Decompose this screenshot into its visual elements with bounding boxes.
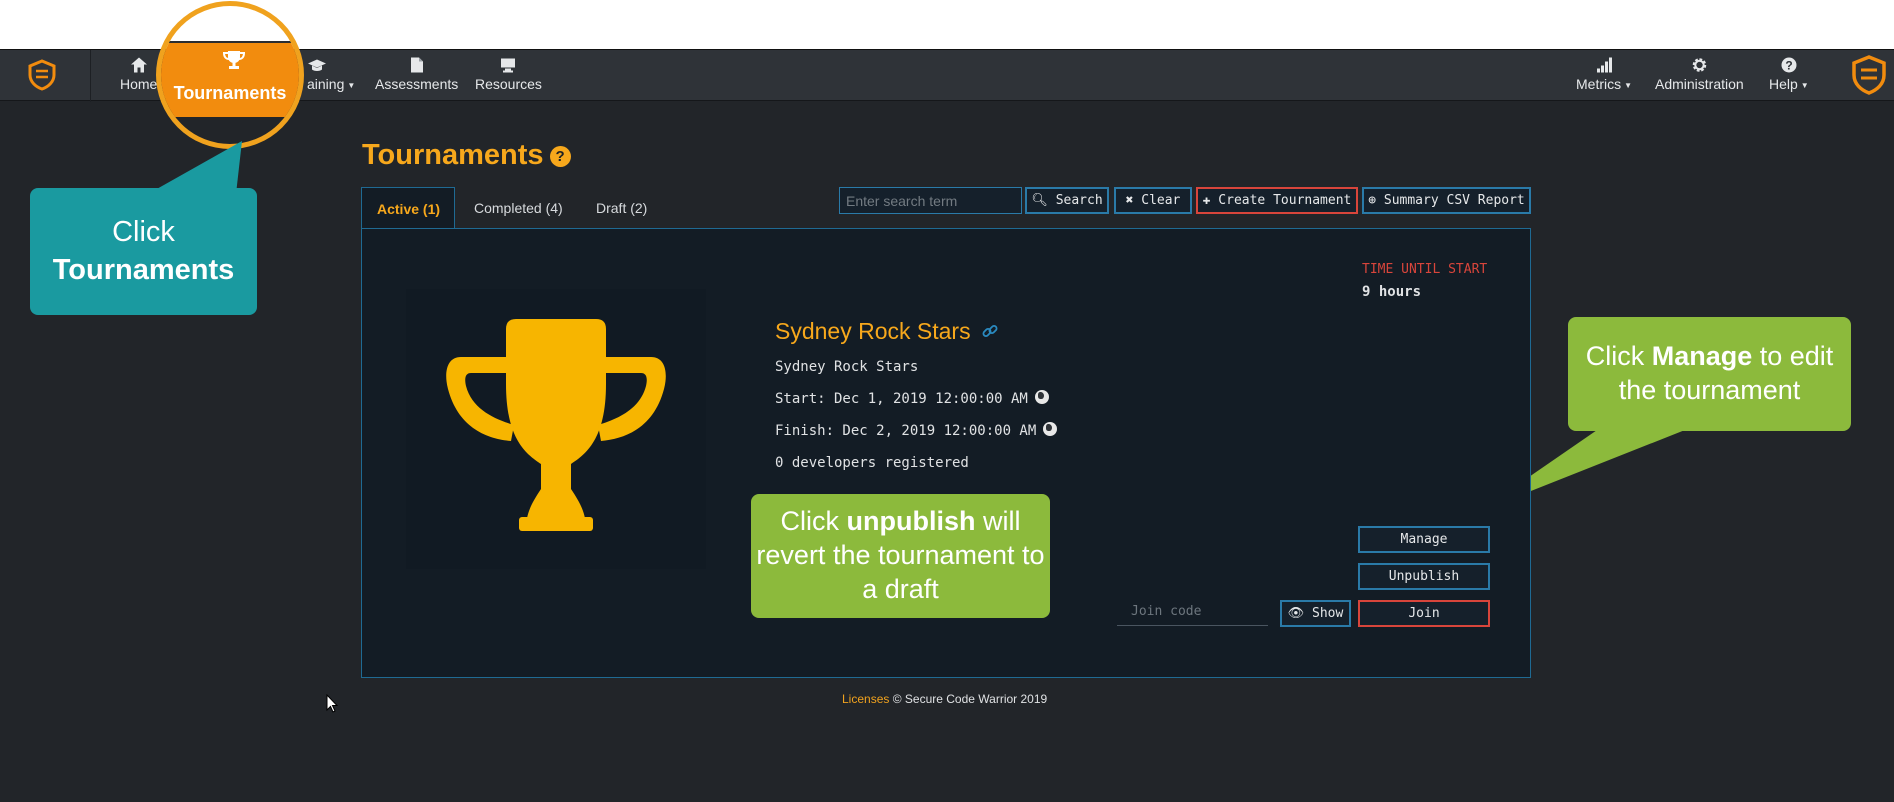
- create-tournament-label: Create Tournament: [1218, 193, 1352, 208]
- show-button-label: Show: [1312, 606, 1344, 621]
- gear-icon: [1692, 58, 1707, 72]
- plus-icon: ✚: [1202, 193, 1211, 208]
- callout-text: Click: [780, 506, 847, 536]
- start-text: Start: Dec 1, 2019 12:00:00 AM: [775, 391, 1028, 407]
- nav-training[interactable]: aining ▼: [307, 56, 355, 92]
- time-until-start-label: TIME UNTIL START: [1362, 262, 1488, 277]
- clear-button[interactable]: ✖ Clear: [1114, 187, 1192, 214]
- caret-down-icon: ▼: [347, 80, 356, 90]
- tournament-description: Sydney Rock Stars: [775, 359, 919, 375]
- download-icon: ⊕: [1368, 193, 1377, 208]
- footer: Licenses © Secure Code Warrior 2019: [842, 692, 1047, 706]
- tournaments-nav-band: Tournaments: [161, 41, 299, 117]
- page-title: Tournaments?: [362, 139, 571, 172]
- band-top-line: [161, 41, 299, 43]
- join-code-input[interactable]: [1117, 598, 1268, 626]
- time-until-start-value: 9 hours: [1362, 284, 1422, 300]
- summary-csv-label: Summary CSV Report: [1383, 193, 1525, 208]
- document-icon: [410, 57, 423, 73]
- nav-assessments[interactable]: Assessments: [375, 56, 458, 92]
- trophy-icon: [446, 319, 666, 531]
- nav-help-label: Help: [1769, 76, 1798, 92]
- nav-administration-label: Administration: [1655, 76, 1744, 92]
- manage-button[interactable]: Manage: [1358, 526, 1490, 553]
- tournament-registered: 0 developers registered: [775, 455, 969, 471]
- create-tournament-button[interactable]: ✚ Create Tournament: [1196, 187, 1358, 214]
- tournament-finish: Finish: Dec 2, 2019 12:00:00 AM: [775, 422, 1058, 439]
- callout-bold: Manage: [1651, 341, 1753, 371]
- nav-help[interactable]: ? Help ▼: [1769, 56, 1809, 92]
- click-manage-callout: Click Manage to edit the tournament: [1568, 317, 1851, 431]
- search-button[interactable]: 🔍︎ Search: [1025, 187, 1109, 214]
- secure-code-warrior-logo[interactable]: [25, 58, 59, 92]
- nav-metrics[interactable]: Metrics ▼: [1576, 56, 1632, 92]
- clear-button-label: Clear: [1141, 193, 1181, 208]
- trophy-icon: [222, 51, 246, 69]
- nav-resources[interactable]: Resources: [475, 56, 542, 92]
- svg-text:?: ?: [1785, 59, 1792, 73]
- tab-draft[interactable]: Draft (2): [581, 187, 662, 229]
- summary-csv-button[interactable]: ⊕ Summary CSV Report: [1362, 187, 1531, 214]
- nav-assessments-label: Assessments: [375, 76, 459, 92]
- show-button[interactable]: 👁︎ Show: [1280, 600, 1351, 627]
- tab-completed[interactable]: Completed (4): [459, 187, 578, 229]
- help-circle-icon[interactable]: ?: [549, 146, 571, 167]
- globe-icon[interactable]: [1034, 390, 1049, 404]
- tournament-start: Start: Dec 1, 2019 12:00:00 AM: [775, 390, 1049, 407]
- copyright-text: © Secure Code Warrior 2019: [892, 692, 1048, 706]
- callout-line-1: Click: [112, 216, 175, 248]
- close-icon: ✖: [1125, 193, 1134, 208]
- graduation-cap-icon: [308, 59, 326, 71]
- tournament-title[interactable]: Sydney Rock Stars: [775, 318, 999, 345]
- trophy-image-box: [406, 289, 706, 569]
- licenses-link[interactable]: Licenses: [842, 692, 889, 706]
- caret-down-icon: ▼: [1800, 80, 1809, 90]
- page-title-text: Tournaments: [362, 139, 544, 171]
- nav-divider: [90, 50, 91, 102]
- bar-chart-icon: [1597, 57, 1613, 73]
- finish-text: Finish: Dec 2, 2019 12:00:00 AM: [775, 423, 1037, 439]
- monitor-icon: [501, 58, 516, 73]
- home-icon: [130, 57, 147, 73]
- tournaments-nav-label: Tournaments: [173, 83, 287, 103]
- unpublish-button[interactable]: Unpublish: [1358, 563, 1490, 590]
- join-button[interactable]: Join: [1358, 600, 1490, 627]
- link-icon[interactable]: [981, 322, 999, 340]
- search-button-label: Search: [1055, 193, 1103, 208]
- click-unpublish-callout: Click unpublish will revert the tourname…: [751, 494, 1050, 618]
- nav-metrics-label: Metrics: [1576, 76, 1622, 92]
- tab-active[interactable]: Active (1): [361, 187, 455, 229]
- tournament-name: Sydney Rock Stars: [775, 318, 971, 344]
- nav-resources-label: Resources: [475, 76, 542, 92]
- nav-home-label: Home: [120, 76, 158, 92]
- question-icon: ?: [1781, 57, 1797, 73]
- click-tournaments-callout: Click Tournaments: [30, 188, 257, 315]
- nav-home[interactable]: Home: [120, 56, 157, 92]
- callout-line-2: Tournaments: [52, 254, 235, 286]
- caret-down-icon: ▼: [1624, 80, 1633, 90]
- search-input[interactable]: [839, 187, 1022, 214]
- globe-icon[interactable]: [1043, 422, 1058, 436]
- callout-text: Click: [1585, 341, 1652, 371]
- callout-bold: unpublish: [846, 506, 976, 536]
- tournaments-highlight[interactable]: Tournaments: [156, 1, 304, 149]
- nav-administration[interactable]: Administration: [1655, 56, 1744, 92]
- eye-icon: 👁︎: [1287, 606, 1305, 621]
- nav-training-label: aining: [307, 76, 345, 92]
- search-icon: 🔍︎: [1031, 193, 1048, 208]
- secure-code-warrior-logo: [1852, 55, 1886, 95]
- mouse-cursor-icon: [326, 694, 338, 713]
